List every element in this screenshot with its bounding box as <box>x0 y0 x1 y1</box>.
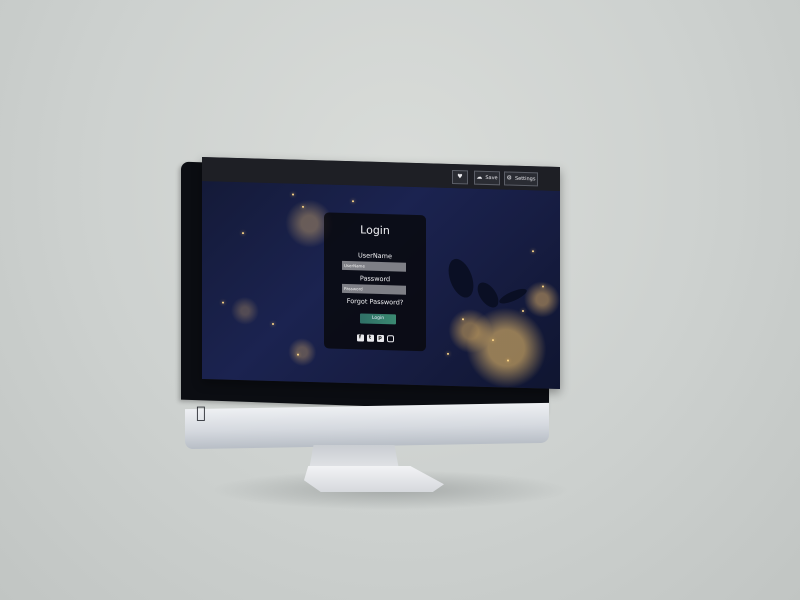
city-light <box>272 322 274 326</box>
city-light <box>522 309 524 312</box>
pinterest-icon[interactable]: p <box>376 334 384 343</box>
city-light <box>302 205 304 208</box>
city-light <box>297 353 299 356</box>
login-button[interactable]: Login <box>360 313 396 325</box>
login-card: Login UserName Password Forgot Password?… <box>324 212 426 352</box>
forgot-password-link[interactable]: Forgot Password? <box>324 296 426 307</box>
username-input[interactable] <box>342 260 406 272</box>
city-light <box>462 318 464 321</box>
city-light <box>447 352 449 355</box>
login-title: Login <box>360 223 390 238</box>
settings-button[interactable]: ⚙ Settings <box>504 171 538 187</box>
apple-logo-icon:  <box>193 404 209 422</box>
monitor-chin <box>185 402 549 450</box>
settings-button-label: Settings <box>514 175 536 183</box>
heart-icon: ♥ <box>457 173 463 181</box>
gear-icon: ⚙ <box>506 174 512 182</box>
save-button[interactable]: ☁ Save <box>474 170 500 186</box>
city-light <box>352 200 354 203</box>
cloud-icon: ☁ <box>476 173 483 181</box>
city-light <box>492 339 494 342</box>
city-light <box>222 301 224 304</box>
facebook-icon[interactable]: f <box>356 334 364 342</box>
city-light <box>507 359 509 362</box>
city-light <box>292 193 294 196</box>
favorite-button[interactable]: ♥ <box>452 169 468 185</box>
city-light <box>242 232 244 235</box>
city-light <box>532 250 534 253</box>
great-lake <box>497 286 529 307</box>
password-label: Password <box>359 274 391 284</box>
twitter-icon[interactable]: t <box>366 334 374 342</box>
great-lake <box>473 278 503 312</box>
save-button-label: Save <box>485 174 498 182</box>
social-links: f t p <box>324 333 426 343</box>
password-input[interactable] <box>342 283 406 295</box>
city-light <box>542 285 544 288</box>
web-page-screen: ♥ ☁ Save ⚙ Settings Login UserName Passw… <box>202 157 560 389</box>
username-label: UserName <box>358 251 392 261</box>
great-lake <box>443 255 479 301</box>
instagram-icon[interactable] <box>386 335 394 343</box>
